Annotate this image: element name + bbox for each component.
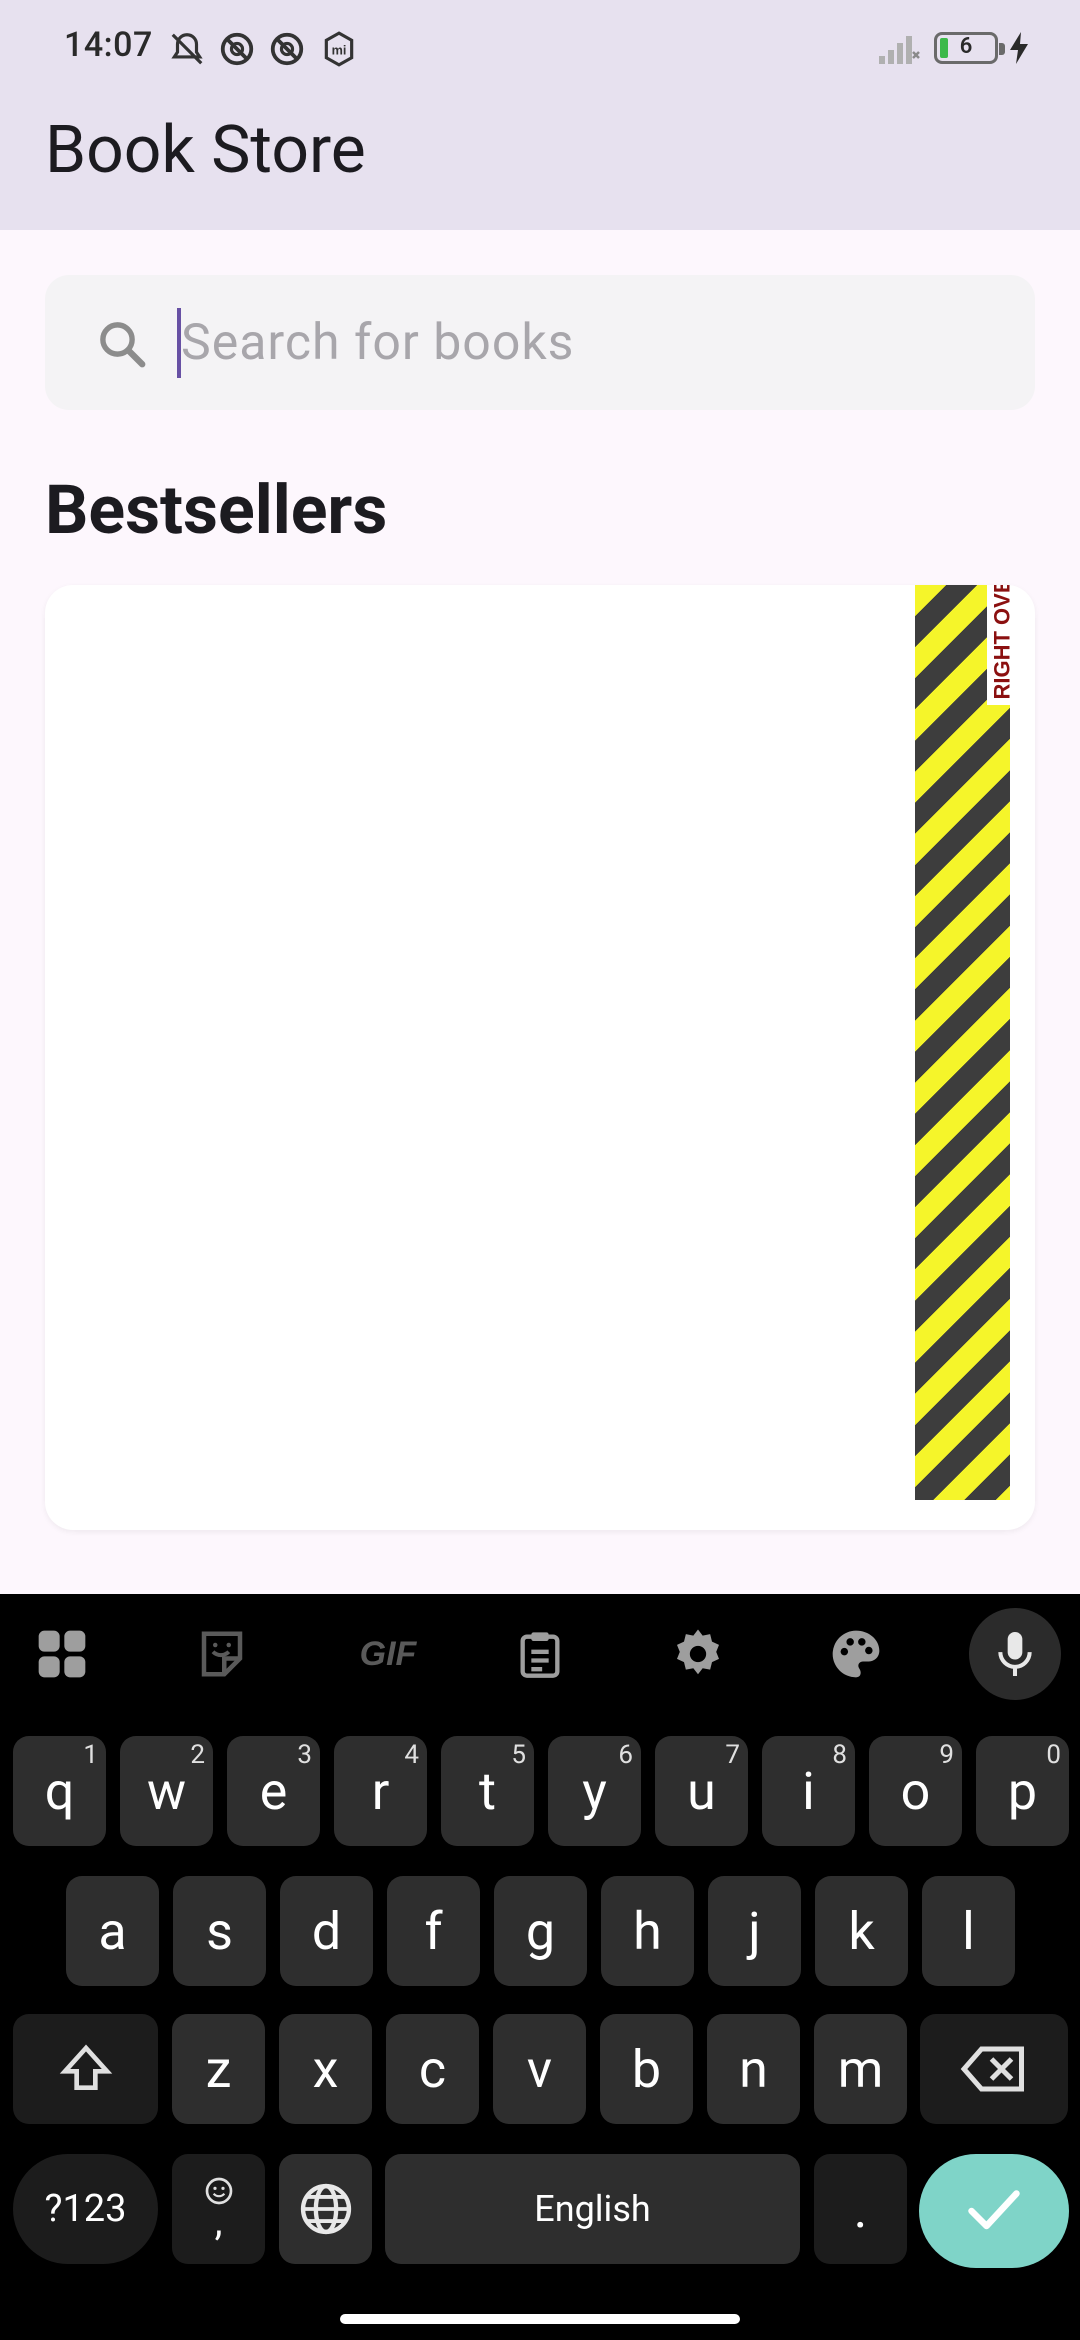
key-t[interactable]: t5 (441, 1736, 534, 1846)
bestseller-book-card[interactable]: RIGHT OVER (45, 585, 1035, 1530)
key-z[interactable]: z (172, 2014, 265, 2124)
key-hint-number: 3 (297, 1740, 312, 1770)
key-label: u (687, 1760, 716, 1822)
key-label: w (146, 1760, 187, 1822)
key-s[interactable]: s (173, 1876, 266, 1986)
status-bar: 14:07 mi 6 (0, 0, 1080, 95)
key-hint-number: 1 (83, 1740, 98, 1770)
shift-key[interactable] (13, 2014, 158, 2124)
key-label: r (371, 1760, 390, 1822)
sticker-icon[interactable] (190, 1622, 254, 1686)
clipboard-icon[interactable] (508, 1622, 572, 1686)
key-b[interactable]: b (600, 2014, 693, 2124)
key-label: t (478, 1760, 496, 1822)
settings-gear-icon[interactable] (666, 1622, 730, 1686)
signal-icon (879, 36, 920, 64)
app-bar: 14:07 mi 6 Book Store (0, 0, 1080, 230)
search-input[interactable] (181, 303, 981, 383)
key-q[interactable]: q1 (13, 1736, 106, 1846)
key-hint-number: 2 (190, 1740, 205, 1770)
emoji-comma-key[interactable]: , (172, 2154, 265, 2264)
status-time: 14:07 (64, 25, 153, 65)
key-m[interactable]: m (814, 2014, 907, 2124)
key-label: i (802, 1760, 815, 1822)
mic-icon (998, 1632, 1032, 1676)
key-o[interactable]: o9 (869, 1736, 962, 1846)
mi-icon: mi (324, 31, 354, 67)
key-a[interactable]: a (66, 1876, 159, 1986)
key-k[interactable]: k (815, 1876, 908, 1986)
key-u[interactable]: u7 (655, 1736, 748, 1846)
enter-done-button[interactable] (919, 2154, 1069, 2268)
key-e[interactable]: e3 (227, 1736, 320, 1846)
key-i[interactable]: i8 (762, 1736, 855, 1846)
shift-arrow-icon (59, 2044, 112, 2090)
key-w[interactable]: w2 (120, 1736, 213, 1846)
key-f[interactable]: f (387, 1876, 480, 1986)
key-v[interactable]: v (493, 2014, 586, 2124)
key-d[interactable]: d (280, 1876, 373, 1986)
key-h[interactable]: h (601, 1876, 694, 1986)
page-title: Book Store (45, 112, 366, 189)
key-label: o (900, 1760, 931, 1822)
gif-icon[interactable]: GIF (348, 1622, 428, 1686)
key-label: e (259, 1760, 288, 1822)
key-hint-number: 0 (1046, 1740, 1061, 1770)
backspace-key[interactable] (920, 2014, 1068, 2124)
key-j[interactable]: j (708, 1876, 801, 1986)
book-cover-image (915, 585, 1010, 1500)
key-n[interactable]: n (707, 2014, 800, 2124)
key-x[interactable]: x (279, 2014, 372, 2124)
book-cover-label: RIGHT OVER (987, 585, 1017, 705)
battery-level: 6 (959, 34, 973, 59)
battery-icon: 6 (934, 32, 1005, 64)
key-hint-number: 6 (618, 1740, 633, 1770)
keyboard-toolbar: GIF (0, 1594, 1080, 1714)
palette-icon[interactable] (824, 1622, 888, 1686)
gif-label: GIF (359, 1634, 417, 1673)
key-c[interactable]: c (386, 2014, 479, 2124)
period-key[interactable]: . (814, 2154, 907, 2264)
key-hint-number: 4 (404, 1740, 419, 1770)
comma-label: , (214, 2198, 223, 2245)
key-label: q (44, 1760, 75, 1822)
key-l[interactable]: l (922, 1876, 1015, 1986)
svg-text:mi: mi (332, 44, 347, 58)
key-hint-number: 8 (832, 1740, 847, 1770)
charging-bolt-icon (1010, 32, 1028, 64)
key-r[interactable]: r4 (334, 1736, 427, 1846)
search-icon (100, 322, 146, 368)
language-key[interactable] (279, 2154, 372, 2264)
backspace-icon (960, 2046, 1024, 2092)
key-hint-number: 9 (939, 1740, 954, 1770)
key-y[interactable]: y6 (548, 1736, 641, 1846)
key-g[interactable]: g (494, 1876, 587, 1986)
do-not-disturb-icon (220, 32, 254, 66)
space-bar[interactable]: English (385, 2154, 800, 2264)
key-label: p (1007, 1760, 1038, 1822)
mic-button[interactable] (969, 1608, 1061, 1700)
checkmark-icon (968, 2190, 1020, 2230)
do-not-disturb-icon (270, 32, 304, 66)
symbols-key[interactable]: ?123 (13, 2154, 158, 2264)
search-bar[interactable] (45, 275, 1035, 410)
globe-icon (300, 2183, 351, 2235)
key-p[interactable]: p0 (976, 1736, 1069, 1846)
key-label: y (582, 1760, 607, 1822)
book-cover-text: RIGHT OVER (989, 585, 1015, 700)
home-indicator (340, 2314, 740, 2324)
section-title-bestsellers: Bestsellers (45, 470, 388, 550)
key-hint-number: 7 (725, 1740, 740, 1770)
notifications-off-icon (171, 33, 203, 65)
apps-grid-icon[interactable] (30, 1622, 94, 1686)
key-hint-number: 5 (511, 1740, 526, 1770)
